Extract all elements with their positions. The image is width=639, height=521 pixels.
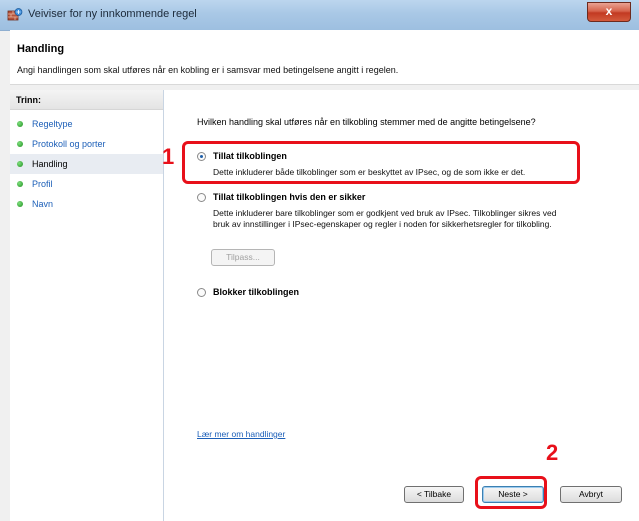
- back-button[interactable]: < Tilbake: [404, 486, 464, 503]
- step-label: Navn: [32, 199, 54, 209]
- page-header: Handling Angi handlingen som skal utføre…: [10, 30, 639, 85]
- step-bullet-icon: [17, 121, 23, 127]
- steps-pane: Trinn: Regeltype Protokoll og porter Han…: [10, 90, 164, 521]
- callout-number-2: 2: [546, 440, 559, 465]
- step-label: Protokoll og porter: [32, 139, 106, 149]
- step-bullet-icon: [17, 161, 23, 167]
- block-connection-label[interactable]: Blokker tilkoblingen: [213, 287, 299, 297]
- allow-secure-radio[interactable]: [197, 193, 206, 202]
- allow-secure-label[interactable]: Tillat tilkoblingen hvis den er sikker: [213, 192, 365, 202]
- step-bullet-icon: [17, 181, 23, 187]
- step-item-protokoll[interactable]: Protokoll og porter: [10, 134, 163, 154]
- firewall-icon: [7, 8, 23, 21]
- step-item-regeltype[interactable]: Regeltype: [10, 114, 163, 134]
- block-connection-radio[interactable]: [197, 288, 206, 297]
- step-label: Profil: [32, 179, 53, 189]
- steps-title: Trinn:: [10, 90, 163, 110]
- customize-button[interactable]: Tilpass...: [211, 249, 275, 266]
- page-subtitle: Angi handlingen som skal utføres når en …: [17, 65, 399, 75]
- step-item-handling: Handling: [10, 154, 163, 174]
- step-bullet-icon: [17, 201, 23, 207]
- cancel-button[interactable]: Avbryt: [560, 486, 622, 503]
- step-item-profil[interactable]: Profil: [10, 174, 163, 194]
- learn-more-link[interactable]: Lær mer om handlinger: [197, 429, 285, 439]
- action-question: Hvilken handling skal utføres når en til…: [197, 117, 536, 127]
- close-button[interactable]: x: [587, 2, 631, 22]
- step-bullet-icon: [17, 141, 23, 147]
- title-bar: Veiviser for ny innkommende regel x: [0, 0, 639, 31]
- step-label: Regeltype: [32, 119, 73, 129]
- step-item-navn[interactable]: Navn: [10, 194, 163, 214]
- page-title: Handling: [17, 43, 65, 55]
- callout-box-1: [182, 141, 580, 184]
- allow-secure-description-2: bruk av innstillinger i IPsec-egenskaper…: [213, 219, 552, 229]
- step-label: Handling: [32, 159, 68, 169]
- close-icon: x: [605, 4, 613, 18]
- callout-number-1: 1: [162, 144, 175, 169]
- wizard-window: Veiviser for ny innkommende regel x Hand…: [0, 0, 639, 521]
- callout-box-2: [475, 476, 547, 509]
- window-title: Veiviser for ny innkommende regel: [28, 8, 197, 20]
- allow-secure-description-1: Dette inkluderer bare tilkoblinger som e…: [213, 208, 557, 218]
